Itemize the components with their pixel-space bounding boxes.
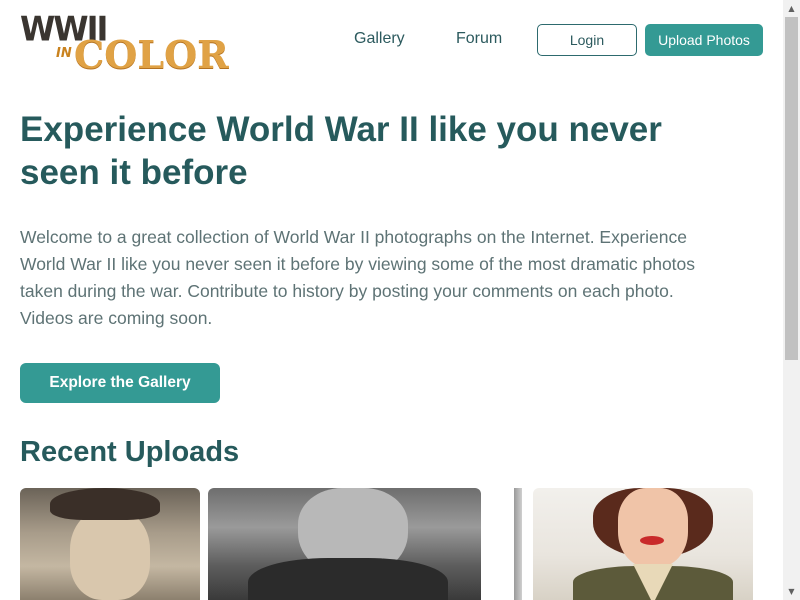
hero-description: Welcome to a great collection of World W… xyxy=(20,227,696,328)
logo-text-in: IN xyxy=(56,46,72,61)
site-logo[interactable]: WWII IN COLOR xyxy=(20,9,229,77)
upload-photos-button[interactable]: Upload Photos xyxy=(645,24,763,56)
recent-upload-thumbnail[interactable] xyxy=(533,488,753,600)
portrait-lips-shape xyxy=(640,536,664,545)
nav-gallery-link[interactable]: Gallery xyxy=(354,30,405,48)
thumbnail-partial[interactable] xyxy=(514,488,522,600)
vertical-scrollbar[interactable]: ▲ ▼ xyxy=(783,0,800,600)
portrait-coat-shape xyxy=(248,558,448,600)
hero-title: Experience World War II like you never s… xyxy=(20,110,662,192)
scrollbar-thumb[interactable] xyxy=(785,17,798,360)
scroll-down-arrow-icon[interactable]: ▼ xyxy=(783,583,800,600)
explore-gallery-button[interactable]: Explore the Gallery xyxy=(20,363,220,403)
login-button[interactable]: Login xyxy=(537,24,637,56)
recent-upload-thumbnail[interactable] xyxy=(208,488,481,600)
page: WWII IN COLOR Gallery Forum Login Upload… xyxy=(0,0,783,600)
portrait-face-shape xyxy=(618,488,688,568)
recent-upload-thumbnail[interactable] xyxy=(20,488,200,600)
portrait-face-shape xyxy=(70,508,150,600)
logo-text-color: COLOR xyxy=(74,32,229,77)
recent-uploads-title: Recent Uploads xyxy=(20,436,240,468)
scroll-up-arrow-icon[interactable]: ▲ xyxy=(783,0,800,17)
nav-forum-link[interactable]: Forum xyxy=(456,30,502,48)
portrait-hat-shape xyxy=(50,488,160,520)
